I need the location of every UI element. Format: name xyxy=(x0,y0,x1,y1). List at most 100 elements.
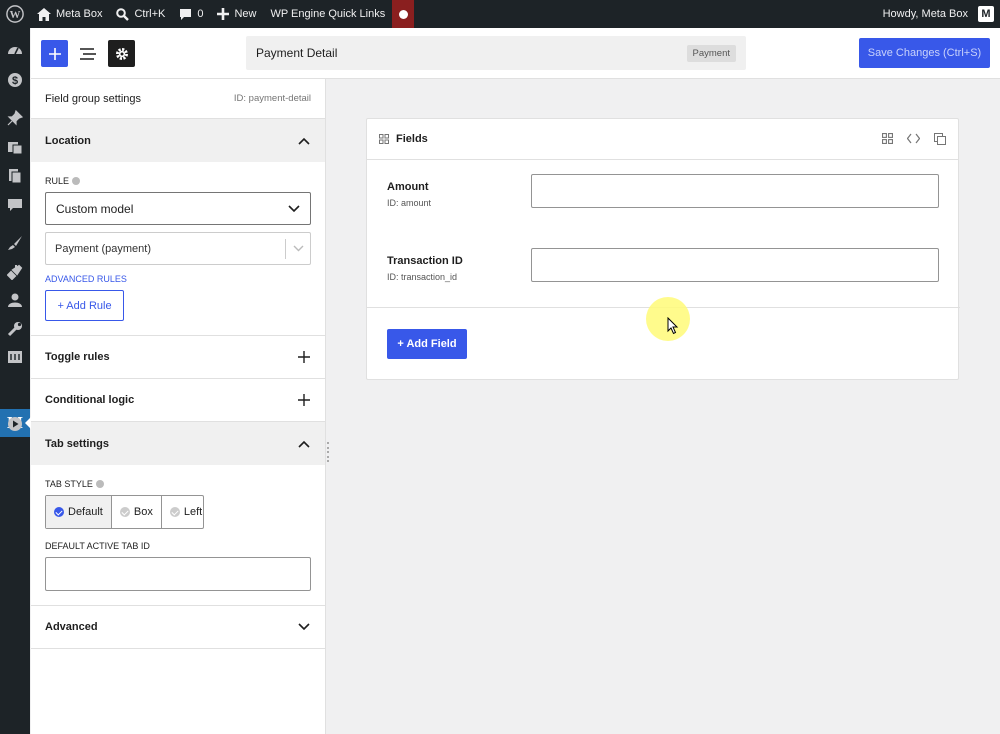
amount-input[interactable] xyxy=(531,174,939,208)
code-icon[interactable] xyxy=(907,133,920,144)
grid-view-icon[interactable] xyxy=(882,133,893,144)
mouse-pointer-icon xyxy=(667,317,679,335)
toggle-rules-title: Toggle rules xyxy=(45,351,110,363)
search-shortcut: Ctrl+K xyxy=(134,8,166,20)
list-icon xyxy=(79,47,96,60)
help-icon[interactable] xyxy=(95,480,104,488)
check-icon xyxy=(54,507,64,517)
add-field-button[interactable]: + Add Field xyxy=(387,329,467,359)
rule-select[interactable]: Custom model xyxy=(45,192,311,225)
status-dot-icon[interactable] xyxy=(392,0,415,28)
tools-icon[interactable] xyxy=(6,320,24,338)
help-icon[interactable] xyxy=(72,177,81,185)
dollar-icon[interactable]: $ xyxy=(6,71,24,89)
plugin-icon[interactable] xyxy=(6,263,24,281)
plus-icon xyxy=(217,8,230,20)
location-section-toggle[interactable]: Location xyxy=(31,119,325,162)
site-name-link[interactable]: Meta Box xyxy=(30,0,109,28)
grid-icon xyxy=(379,134,389,144)
field-id: ID: amount xyxy=(387,198,432,208)
toggle-rules-section-toggle[interactable]: Toggle rules xyxy=(31,336,325,379)
conditional-logic-title: Conditional logic xyxy=(45,394,135,406)
model-select[interactable]: Payment (payment) xyxy=(45,232,311,265)
tab-settings-section: TAB STYLE Default Box Left DEFAULT ACTIV… xyxy=(31,465,325,606)
svg-text:$: $ xyxy=(12,75,18,87)
plus-icon xyxy=(48,47,61,60)
site-name: Meta Box xyxy=(56,8,103,20)
tab-settings-section-toggle[interactable]: Tab settings xyxy=(31,422,325,465)
comments-link[interactable]: 0 xyxy=(172,0,210,28)
pages-icon[interactable] xyxy=(6,167,24,185)
advanced-title: Advanced xyxy=(45,621,98,633)
rule-select-value: Custom model xyxy=(56,201,134,216)
default-active-tab-input[interactable] xyxy=(45,557,311,591)
advanced-section-toggle[interactable]: Advanced xyxy=(31,606,325,649)
location-section: RULE Custom model Payment (payment) ADVA… xyxy=(31,162,325,336)
field-label: Amount xyxy=(387,181,429,193)
location-title: Location xyxy=(45,134,91,147)
field-group-id: ID: payment-detail xyxy=(233,93,311,104)
transaction-id-input[interactable] xyxy=(531,248,939,282)
field-group-title-text: Payment Detail xyxy=(256,46,338,60)
pin-icon[interactable] xyxy=(6,109,24,127)
field-label: Transaction ID xyxy=(387,255,463,267)
rule-label: RULE xyxy=(45,176,311,186)
tab-style-selector: Default Box Left xyxy=(45,495,204,529)
brush-icon[interactable] xyxy=(6,234,24,252)
svg-text:W: W xyxy=(10,9,21,21)
add-rule-button[interactable]: + Add Rule xyxy=(45,290,124,321)
gear-icon xyxy=(115,47,128,60)
post-type-badge: Payment xyxy=(686,44,736,62)
media-icon[interactable] xyxy=(6,138,24,156)
panel-resize-handle[interactable] xyxy=(326,442,330,462)
dashboard-icon[interactable] xyxy=(6,42,24,60)
admin-bar: W Meta Box Ctrl+K 0 New WP Engine Quick … xyxy=(0,0,1000,28)
chevron-down-icon xyxy=(288,202,300,216)
home-icon xyxy=(37,7,51,21)
avatar: M xyxy=(978,6,994,22)
default-active-tab-label: DEFAULT ACTIVE TAB ID xyxy=(45,541,150,551)
quick-links-label: WP Engine Quick Links xyxy=(270,8,386,20)
add-block-button[interactable] xyxy=(41,40,68,67)
plus-icon xyxy=(297,350,311,364)
field-row-amount: Amount ID: amount xyxy=(367,174,960,241)
settings-toggle-button[interactable] xyxy=(108,40,135,67)
chevron-up-icon xyxy=(297,437,311,451)
save-changes-button[interactable]: Save Changes (Ctrl+S) xyxy=(859,38,990,68)
tab-style-box-option[interactable]: Box xyxy=(112,496,162,528)
panel-title: Field group settings xyxy=(45,92,141,105)
chevron-down-icon xyxy=(286,245,310,252)
play-icon[interactable] xyxy=(6,415,24,433)
tab-style-default-option[interactable]: Default xyxy=(46,496,112,528)
field-id: ID: transaction_id xyxy=(387,272,458,282)
field-group-title[interactable]: Payment Detail Payment xyxy=(246,36,746,70)
wordpress-logo-icon[interactable]: W xyxy=(0,0,30,28)
chevron-down-icon xyxy=(297,620,311,634)
comment-icon xyxy=(180,8,192,20)
new-label: New xyxy=(234,8,257,20)
duplicate-icon[interactable] xyxy=(934,133,946,145)
users-icon[interactable] xyxy=(6,291,24,309)
conditional-logic-section-toggle[interactable]: Conditional logic xyxy=(31,379,325,422)
fields-card: Fields Amount ID: amount Transaction ID … xyxy=(366,118,960,380)
advanced-rules-link[interactable]: ADVANCED RULES xyxy=(45,274,311,284)
settings-icon[interactable] xyxy=(6,348,24,366)
chevron-up-icon xyxy=(297,134,311,148)
account-menu[interactable]: Howdy, Meta Box M xyxy=(876,0,1000,28)
quick-links-menu[interactable]: WP Engine Quick Links xyxy=(263,0,392,28)
check-icon xyxy=(119,507,130,517)
tab-style-label: TAB STYLE xyxy=(45,479,311,489)
tab-style-left-option[interactable]: Left xyxy=(162,496,210,528)
check-icon xyxy=(169,507,180,517)
panel-header: Field group settings ID: payment-detail xyxy=(31,79,325,119)
list-view-button[interactable] xyxy=(74,40,101,67)
model-select-value: Payment (payment) xyxy=(55,242,151,255)
search-link[interactable]: Ctrl+K xyxy=(109,0,172,28)
card-toolbar xyxy=(882,133,946,145)
fields-card-header: Fields xyxy=(367,119,958,160)
comments-icon[interactable] xyxy=(6,196,24,214)
admin-menu: $ M xyxy=(0,28,31,734)
new-content-link[interactable]: New xyxy=(210,0,263,28)
search-icon xyxy=(116,7,130,21)
fields-card-title: Fields xyxy=(396,133,428,145)
